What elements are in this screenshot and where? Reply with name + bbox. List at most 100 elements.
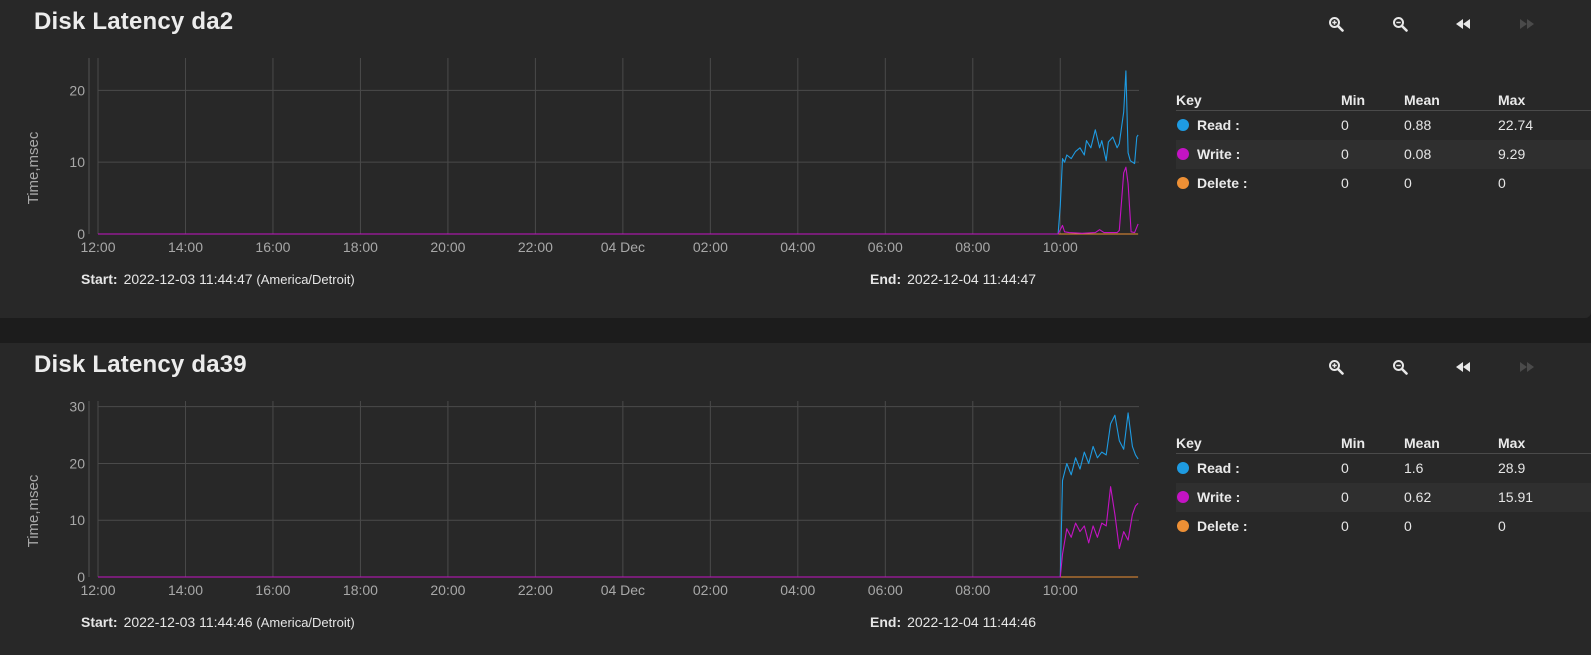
legend-min: 0 (1341, 489, 1349, 505)
series-line-read (98, 70, 1139, 235)
zoom-in-button[interactable] (1318, 10, 1354, 38)
legend-max: 9.29 (1498, 146, 1526, 162)
y-tick-label: 10 (69, 512, 85, 528)
read-dot-icon (1177, 119, 1189, 131)
zoom-in-icon (1329, 17, 1344, 32)
x-tick-label: 10:00 (1043, 239, 1078, 255)
x-tick-label: 20:00 (430, 582, 465, 598)
zoom-out-button[interactable] (1382, 353, 1418, 381)
x-tick-label: 16:00 (255, 582, 290, 598)
legend-header: Key Min Mean Max (1176, 92, 1591, 111)
legend-series-name: Delete : (1197, 518, 1248, 534)
series-line-write (98, 486, 1139, 578)
legend-header-max: Max (1498, 435, 1526, 451)
x-tick-label: 22:00 (518, 582, 553, 598)
chart-card-da39: Disk Latency da39 Time,msec 0 10 20 30 12:00… (0, 343, 1591, 655)
write-dot-icon (1177, 148, 1189, 160)
legend-series-name: Read : (1197, 117, 1240, 133)
start-time: Start: 2022-12-03 11:44:47 (America/Detro… (81, 271, 355, 287)
x-tick-label: 06:00 (868, 582, 903, 598)
step-forward-button[interactable] (1509, 353, 1545, 381)
legend-mean: 1.6 (1404, 460, 1424, 476)
legend-mean: 0.88 (1404, 117, 1432, 133)
y-axis-label: Time,msec (25, 474, 42, 547)
x-tick-label: 18:00 (343, 582, 378, 598)
y-axis-label: Time,msec (25, 131, 42, 204)
zoom-in-icon (1329, 360, 1344, 375)
end-value: 2022-12-04 11:44:47 (907, 271, 1037, 287)
x-tick-label: 16:00 (255, 239, 290, 255)
y-tick-label: 20 (69, 455, 85, 471)
zoom-out-button[interactable] (1382, 10, 1418, 38)
start-value: 2022-12-03 11:44:46 (123, 614, 253, 630)
x-tick-label: 20:00 (430, 239, 465, 255)
y-tick-label: 20 (69, 82, 85, 98)
x-tick-label: 10:00 (1043, 582, 1078, 598)
step-back-icon (1456, 19, 1470, 29)
legend-mean: 0 (1404, 175, 1412, 191)
latency-chart: Time,msec 010203012:00 14:00 16:00 18:00 20:… (25, 399, 1139, 598)
timezone: (America/Detroit) (256, 615, 355, 630)
legend-series-name: Delete : (1197, 175, 1248, 191)
step-forward-button[interactable] (1509, 10, 1545, 38)
chart-legend: Key Min Mean Max Read : 0 1.6 28.9 Write… (1176, 435, 1591, 541)
end-value: 2022-12-04 11:44:46 (907, 614, 1037, 630)
legend-mean: 0.08 (1404, 146, 1432, 162)
x-tick-label: 04:00 (780, 239, 815, 255)
legend-row-delete: Delete : 0 0 0 (1176, 512, 1591, 541)
series-line-read (98, 412, 1139, 578)
zoom-in-button[interactable] (1318, 353, 1354, 381)
zoom-out-icon (1393, 360, 1408, 375)
start-label: Start: (81, 271, 118, 287)
write-dot-icon (1177, 491, 1189, 503)
legend-min: 0 (1341, 518, 1349, 534)
y-tick-label: 30 (69, 399, 85, 415)
step-forward-icon (1520, 362, 1534, 372)
legend-max: 0 (1498, 518, 1506, 534)
chart-legend: Key Min Mean Max Read : 0 0.88 22.74 Wri… (1176, 92, 1591, 198)
delete-dot-icon (1177, 520, 1189, 532)
x-tick-label: 04:00 (780, 582, 815, 598)
legend-header-mean: Mean (1404, 435, 1440, 451)
x-tick-label: 08:00 (955, 582, 990, 598)
legend-mean: 0 (1404, 518, 1412, 534)
chart-card-da2: Disk Latency da2 Time,msec 0 10 20 12:00 14:… (0, 0, 1591, 318)
legend-row-write: Write : 0 0.08 9.29 (1176, 140, 1591, 169)
legend-series-name: Write : (1197, 146, 1241, 162)
legend-header-mean: Mean (1404, 92, 1440, 108)
legend-header: Key Min Mean Max (1176, 435, 1591, 454)
end-time: End: 2022-12-04 11:44:47 (870, 271, 1036, 287)
step-back-button[interactable] (1445, 353, 1481, 381)
legend-row-read: Read : 0 1.6 28.9 (1176, 454, 1591, 483)
legend-max: 0 (1498, 175, 1506, 191)
x-tick-label: 14:00 (168, 239, 203, 255)
zoom-out-icon (1393, 17, 1408, 32)
x-tick-label: 22:00 (518, 239, 553, 255)
x-tick-label: 18:00 (343, 239, 378, 255)
legend-header-max: Max (1498, 92, 1526, 108)
x-tick-label: 04 Dec (601, 239, 645, 255)
x-tick-label: 04 Dec (601, 582, 645, 598)
legend-header-min: Min (1341, 92, 1366, 108)
legend-min: 0 (1341, 117, 1349, 133)
legend-header-key: Key (1176, 92, 1202, 108)
legend-header-key: Key (1176, 435, 1202, 451)
delete-dot-icon (1177, 177, 1189, 189)
legend-max: 22.74 (1498, 117, 1534, 133)
x-tick-label: 14:00 (168, 582, 203, 598)
legend-row-read: Read : 0 0.88 22.74 (1176, 111, 1591, 140)
x-tick-label: 02:00 (693, 239, 728, 255)
x-tick-label: 12:00 (80, 239, 115, 255)
legend-header-min: Min (1341, 435, 1366, 451)
x-tick-label: 02:00 (693, 582, 728, 598)
legend-max: 15.91 (1498, 489, 1534, 505)
step-back-button[interactable] (1445, 10, 1481, 38)
end-label: End: (870, 614, 902, 630)
legend-min: 0 (1341, 460, 1349, 476)
legend-row-write: Write : 0 0.62 15.91 (1176, 483, 1591, 512)
end-time: End: 2022-12-04 11:44:46 (870, 614, 1036, 630)
x-tick-label: 12:00 (80, 582, 115, 598)
legend-series-name: Read : (1197, 460, 1240, 476)
end-label: End: (870, 271, 902, 287)
legend-min: 0 (1341, 175, 1349, 191)
